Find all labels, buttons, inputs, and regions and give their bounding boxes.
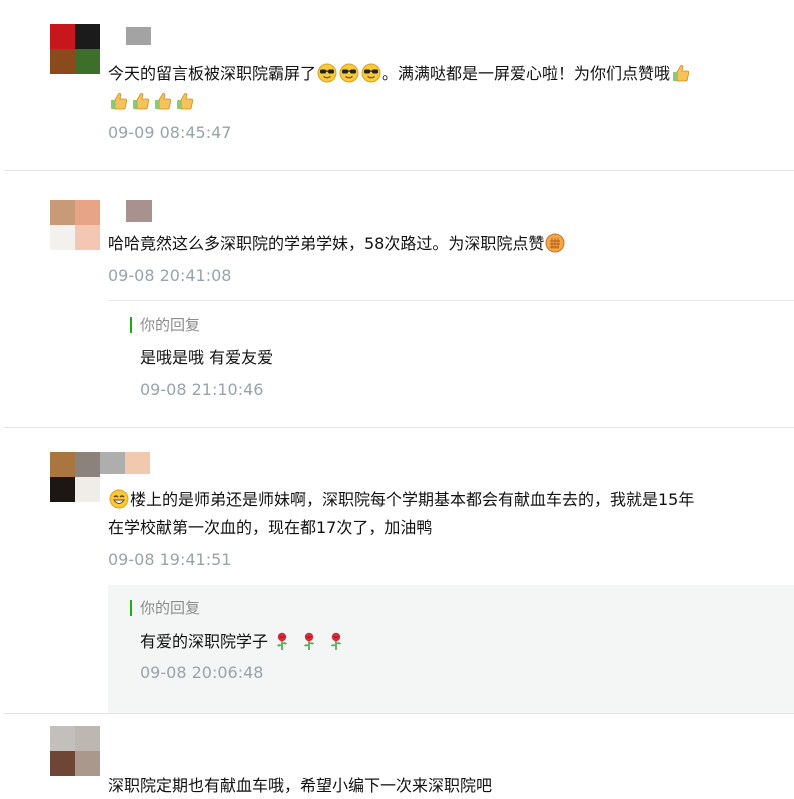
reply-indicator	[130, 600, 132, 616]
reply-box: 你的回复 是哦是哦 有爱友爱 09-08 21:10:46	[108, 300, 794, 427]
grin-emoji	[109, 489, 129, 509]
thumbs-up-emoji	[109, 91, 129, 111]
comment-item: 哈哈竟然这么多深职院的学弟学妹，58次路过。为深职院点赞 09-08 20:41…	[0, 171, 794, 427]
comment-time: 09-08 19:41:51	[108, 550, 232, 569]
comment-text: 楼上的是师弟还是师妹啊，深职院每个学期基本都会有献血车去的，我就是15年 在学校献…	[108, 489, 695, 537]
reply-time: 09-08 20:06:48	[140, 663, 264, 682]
comment-item: 楼上的是师弟还是师妹啊，深职院每个学期基本都会有献血车去的，我就是15年 在学校献…	[0, 428, 794, 713]
reply-time: 09-08 21:10:46	[140, 380, 264, 399]
cool-sunglasses-emoji	[339, 63, 359, 83]
comment-time: 09-08 20:41:08	[108, 266, 232, 285]
reply-text: 有爱的深职院学子	[140, 631, 347, 652]
reply-label: 你的回复	[140, 316, 201, 334]
rose-emoji	[326, 631, 346, 651]
thumbs-up-emoji	[175, 91, 195, 111]
rose-emoji	[272, 631, 292, 651]
thumbs-up-emoji	[131, 91, 151, 111]
reply-indicator	[130, 317, 132, 333]
comment-text: 哈哈竟然这么多深职院的学弟学妹，58次路过。为深职院点赞	[108, 230, 768, 258]
comment-text: 深职院定期也有献血车哦，希望小编下一次来深职院吧	[108, 776, 493, 795]
cool-sunglasses-emoji	[317, 63, 337, 83]
cool-sunglasses-emoji	[361, 63, 381, 83]
reply-label: 你的回复	[140, 599, 201, 617]
fist-emoji	[545, 233, 565, 253]
avatar[interactable]	[50, 726, 100, 776]
thumbs-up-emoji	[671, 63, 691, 83]
comment-item: 深职院定期也有献血车哦，希望小编下一次来深职院吧	[0, 714, 794, 799]
comment-item: 今天的留言板被深职院霸屏了 。满满哒都是一屏爱心啦！为你们点赞哦 09-09 08…	[0, 0, 794, 170]
reply-text: 是哦是哦 有爱友爱	[140, 348, 274, 367]
comment-text: 今天的留言板被深职院霸屏了 。满满哒都是一屏爱心啦！为你们点赞哦	[108, 60, 768, 116]
reply-box: 你的回复 有爱的深职院学子 09-08 20:06:48	[108, 585, 794, 713]
rose-emoji	[299, 631, 319, 651]
avatar[interactable]	[50, 452, 100, 502]
avatar[interactable]	[50, 200, 100, 250]
comment-time: 09-09 08:45:47	[108, 123, 232, 142]
avatar[interactable]	[50, 24, 100, 74]
thumbs-up-emoji	[153, 91, 173, 111]
